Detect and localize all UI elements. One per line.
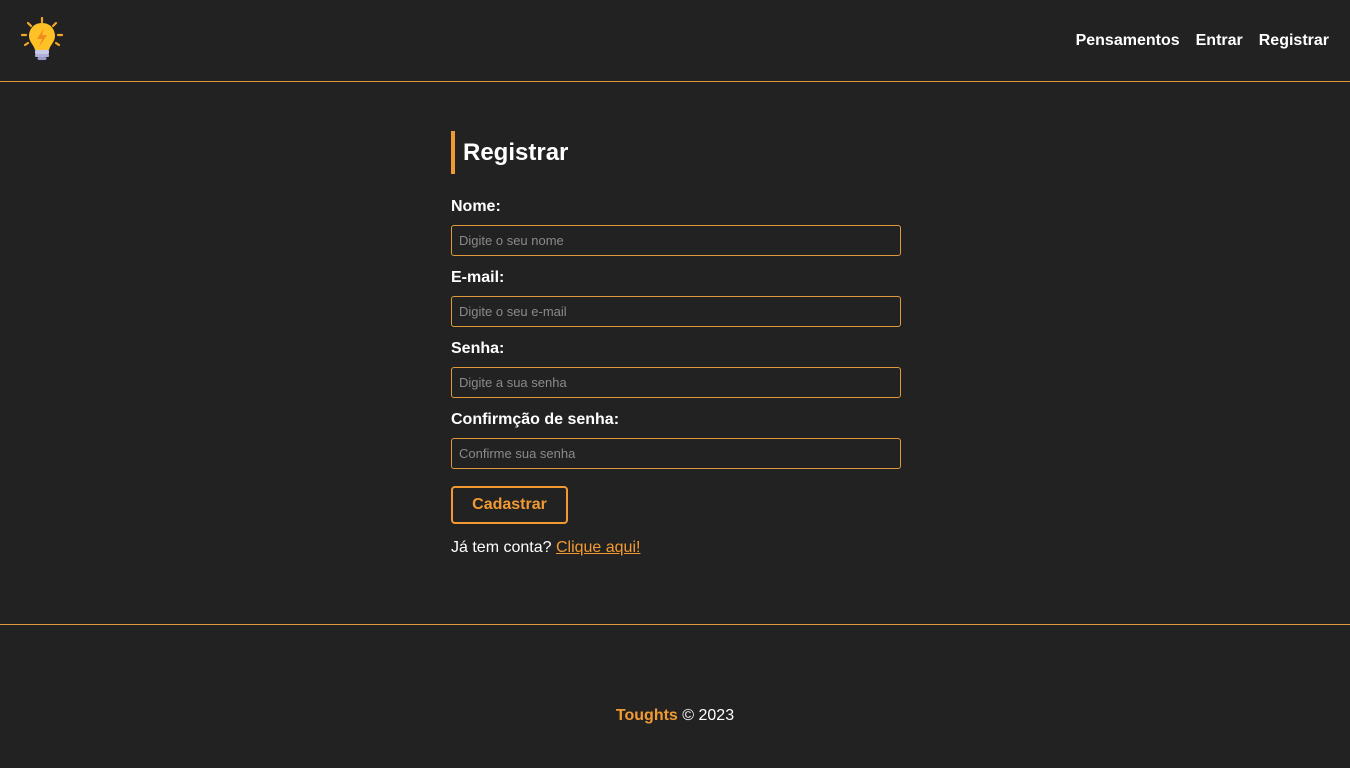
form-group-password: Senha:	[451, 339, 901, 398]
nav-link-pensamentos[interactable]: Pensamentos	[1076, 31, 1180, 50]
nav-links: Pensamentos Entrar Registrar	[1076, 31, 1329, 50]
form-group-confirm-password: Confirmção de senha:	[451, 410, 901, 469]
submit-button[interactable]: Cadastrar	[451, 486, 568, 524]
page-title: Registrar	[451, 131, 901, 174]
footer-copyright: © 2023	[682, 707, 735, 724]
register-form: Nome: E-mail: Senha: Confirmção de senha…	[451, 197, 901, 557]
register-section: Registrar Nome: E-mail: Senha: Confirmçã…	[451, 131, 901, 573]
footer: Toughts © 2023	[0, 624, 1350, 768]
login-prompt: Já tem conta? Clique aqui!	[451, 538, 901, 557]
password-label: Senha:	[451, 340, 505, 357]
confirm-password-input[interactable]	[451, 438, 901, 469]
password-input[interactable]	[451, 367, 901, 398]
name-label: Nome:	[451, 198, 501, 215]
confirm-password-label: Confirmção de senha:	[451, 411, 620, 428]
email-input[interactable]	[451, 296, 901, 327]
email-label: E-mail:	[451, 269, 505, 286]
login-link[interactable]: Clique aqui!	[556, 539, 641, 556]
name-input[interactable]	[451, 225, 901, 256]
footer-brand: Toughts	[615, 707, 678, 724]
navbar: Pensamentos Entrar Registrar	[0, 0, 1350, 82]
form-group-name: Nome:	[451, 197, 901, 256]
nav-link-entrar[interactable]: Entrar	[1196, 31, 1243, 50]
form-group-email: E-mail:	[451, 268, 901, 327]
nav-link-registrar[interactable]: Registrar	[1259, 31, 1329, 50]
login-prompt-text: Já tem conta?	[451, 539, 552, 556]
lightbulb-icon[interactable]	[20, 16, 64, 62]
footer-text: Toughts © 2023	[0, 706, 1350, 725]
